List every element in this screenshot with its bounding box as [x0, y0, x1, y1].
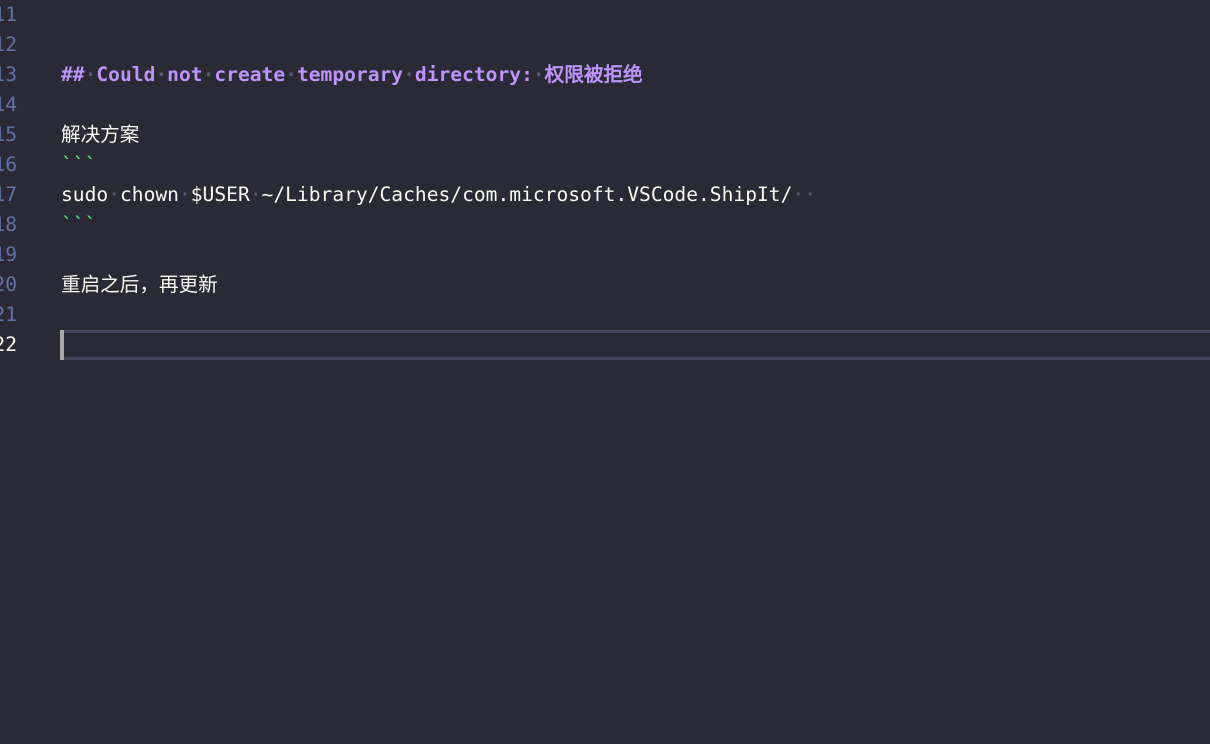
whitespace-marker: ·	[792, 183, 805, 206]
whitespace-marker: ·	[202, 63, 215, 86]
text-line[interactable]: 重启之后，再更新	[61, 270, 1210, 300]
text-token: 解决方案	[61, 123, 140, 146]
text-token: ~/Library/Caches/com.microsoft.VSCode.Sh…	[261, 183, 793, 206]
line-number: 20	[0, 273, 17, 296]
line-number: 12	[0, 33, 17, 56]
text-token: 权限被拒绝	[544, 63, 643, 86]
line-number-gutter: 11 12 13 14 15 16 17 18 19 20 21 22	[0, 0, 20, 360]
text-token: chown	[119, 183, 179, 206]
text-token: temporary	[296, 63, 404, 86]
code-fence-close[interactable]: ```	[61, 210, 1210, 240]
line-number: 19	[0, 243, 17, 266]
text-token: sudo	[61, 183, 109, 206]
line-number-active: 22	[0, 333, 17, 356]
whitespace-marker: ·	[249, 183, 262, 206]
line-number: 15	[0, 123, 17, 146]
text-cursor	[60, 330, 64, 360]
text-token: not	[167, 63, 203, 86]
line-number: 14	[0, 93, 17, 116]
whitespace-marker: ·	[285, 63, 297, 86]
text-token: ##	[61, 63, 85, 86]
line-number: 16	[0, 153, 17, 176]
whitespace-marker: ·	[178, 183, 191, 206]
whitespace-marker: ·	[84, 63, 97, 86]
text-token: $USER	[190, 183, 250, 206]
line-number: 18	[0, 213, 17, 236]
whitespace-marker: ·	[403, 63, 415, 86]
current-line-highlight	[60, 330, 1210, 360]
text-line[interactable]: 解决方案	[61, 120, 1210, 150]
code-line[interactable]: sudo·chown·$USER·~/Library/Caches/com.mi…	[61, 180, 1210, 210]
line-number: 11	[0, 3, 17, 26]
line-number: 17	[0, 183, 17, 206]
whitespace-marker: ·	[108, 183, 120, 206]
whitespace-marker: ·	[155, 63, 168, 86]
line-number: 21	[0, 303, 17, 326]
line-number: 13	[0, 63, 17, 86]
whitespace-marker: ·	[532, 63, 545, 86]
code-fence-open[interactable]: ```	[61, 150, 1210, 180]
text-token: Could	[96, 63, 156, 86]
text-token: create	[214, 63, 286, 86]
markdown-heading-line[interactable]: ##·Could·not·create·temporary·directory:…	[61, 60, 1210, 90]
whitespace-marker: ·	[804, 183, 816, 206]
text-token: 重启之后，再更新	[61, 273, 218, 296]
text-token: directory:	[414, 63, 533, 86]
